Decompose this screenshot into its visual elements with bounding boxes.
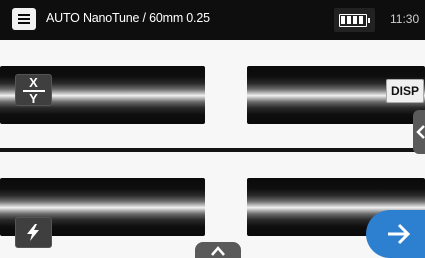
xy-label-y: Y	[29, 91, 38, 106]
hamburger-menu-icon	[18, 14, 30, 16]
xy-swap-button[interactable]: X Y	[15, 74, 52, 106]
chevron-up-icon	[211, 246, 225, 256]
battery-full-icon	[339, 14, 370, 27]
bottom-panel-tab[interactable]	[195, 242, 241, 258]
program-title: AUTO NanoTune / 60mm 0.25	[46, 11, 210, 25]
lightning-bolt-icon	[27, 224, 39, 241]
battery-indicator	[334, 8, 375, 32]
clock: 11:30	[390, 12, 420, 26]
display-button[interactable]: DISP	[386, 79, 424, 103]
next-button[interactable]	[366, 210, 425, 258]
arrow-right-icon	[388, 223, 411, 245]
view-divider	[0, 148, 425, 152]
menu-button[interactable]	[12, 8, 36, 30]
splicer-screen: AUTO NanoTune / 60mm 0.25 11:30 X Y DISP	[0, 0, 425, 258]
top-bar: AUTO NanoTune / 60mm 0.25 11:30	[0, 0, 425, 40]
side-panel-tab[interactable]	[413, 110, 425, 154]
xy-label-x: X	[29, 75, 38, 90]
arc-button[interactable]	[15, 217, 52, 248]
chevron-left-icon	[416, 125, 425, 139]
